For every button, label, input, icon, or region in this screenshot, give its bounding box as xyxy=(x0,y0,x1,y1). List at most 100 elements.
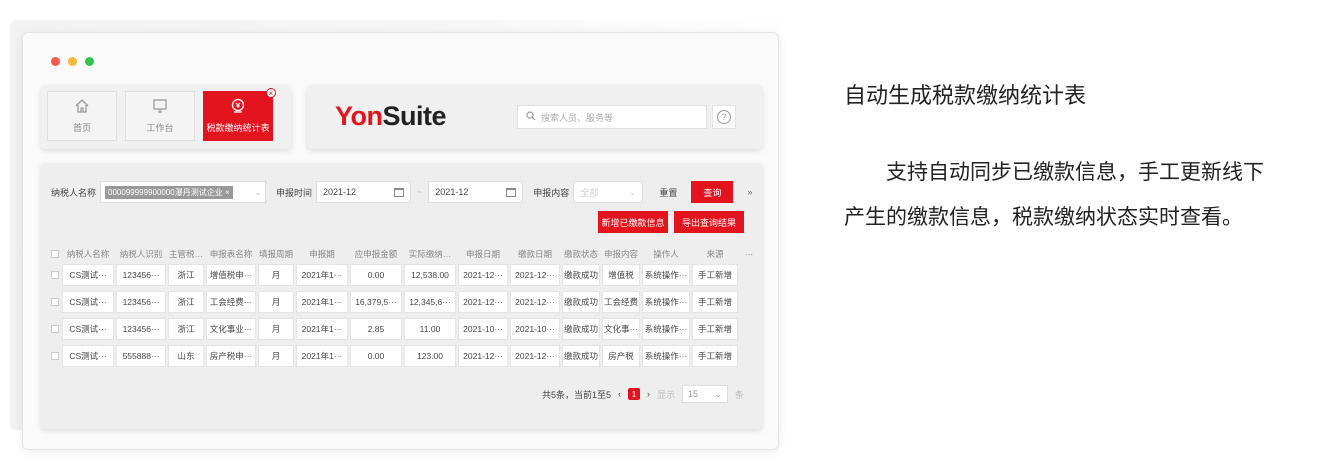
table-row[interactable]: CS测试··· 123456··· 浙江 增值税申··· 月 2021年1···… xyxy=(51,263,755,287)
col-header[interactable]: 缴款日期 xyxy=(510,248,560,260)
col-header[interactable]: 申报内容 xyxy=(602,248,640,260)
table-cell: 123.00 xyxy=(404,345,456,367)
table-cell: 手工新增 xyxy=(692,318,738,340)
logo-yon: Yon xyxy=(335,101,383,131)
table-cell: 12,538.00 xyxy=(404,264,456,286)
taxpayer-tag-text: 000099999900000瀑丹测试企业 xyxy=(108,187,223,197)
table-header: 纳税人名称 纳税人识别 主管税… 申报表名称 填报周期 申报期 应申报金额 实际… xyxy=(51,245,755,263)
tab-workbench[interactable]: 工作台 xyxy=(125,91,195,141)
row-checkbox[interactable] xyxy=(51,325,59,333)
table-cell: 123456··· xyxy=(116,264,166,286)
tab-home[interactable]: 首页 xyxy=(47,91,117,141)
search-input[interactable]: 搜索人员、服务等 xyxy=(517,105,707,129)
col-header[interactable]: 操作人 xyxy=(642,248,690,260)
col-header[interactable]: 实际缴纳… xyxy=(404,248,456,260)
table-cell: 房产税 xyxy=(602,345,640,367)
col-header[interactable]: 申报表名称 xyxy=(206,248,256,260)
table-cell: 系统操作··· xyxy=(642,264,690,286)
more-columns-icon[interactable]: ··· xyxy=(740,249,758,259)
taxpayer-select[interactable]: 000099999900000瀑丹测试企业 × ⌄ xyxy=(100,181,267,203)
table-cell: 2021-12··· xyxy=(458,264,508,286)
table-cell: 123456··· xyxy=(116,318,166,340)
table-cell: CS测试··· xyxy=(62,345,114,367)
close-window-dot[interactable] xyxy=(51,57,60,66)
table-cell: 2021年1··· xyxy=(296,291,348,313)
period-start-value: 2021-12 xyxy=(323,187,357,197)
current-page-button[interactable]: 1 xyxy=(627,388,640,400)
add-paid-info-button[interactable]: 新增已缴款信息 xyxy=(598,211,668,233)
header-bar: YonSuite 搜索人员、服务等 ? xyxy=(307,85,762,149)
minimize-window-dot[interactable] xyxy=(68,57,77,66)
page-size-label: 显示 xyxy=(656,389,675,400)
reset-button[interactable]: 重置 xyxy=(659,186,677,199)
col-header[interactable]: 缴款状态 xyxy=(562,248,600,260)
col-header[interactable]: 申报日期 xyxy=(458,248,508,260)
period-end-field[interactable]: 2021-12 xyxy=(428,181,524,203)
table-row[interactable]: CS测试··· 555888··· 山东 房产税申··· 月 2021年1···… xyxy=(51,344,755,368)
tab-bar: 首页 工作台 税款缴纳统计表 × xyxy=(41,85,291,149)
tag-close-icon[interactable]: × xyxy=(225,188,230,197)
table-cell: 12,345,6··· xyxy=(404,291,456,313)
maximize-window-dot[interactable] xyxy=(85,57,94,66)
page-size-select[interactable]: 15 ⌄ xyxy=(681,385,728,403)
query-button[interactable]: 查询 xyxy=(691,181,734,203)
content-placeholder: 全部 xyxy=(580,187,599,198)
content-select[interactable]: 全部 ⌄ xyxy=(573,181,644,203)
table-cell: 123456··· xyxy=(116,291,166,313)
col-header[interactable]: 纳税人名称 xyxy=(62,248,114,260)
period-end-value: 2021-12 xyxy=(435,187,469,197)
tab-tax-payment-report[interactable]: 税款缴纳统计表 × xyxy=(203,88,276,141)
table-cell: 2021-12··· xyxy=(458,291,508,313)
expand-filter-icon[interactable]: » xyxy=(747,187,752,197)
row-checkbox[interactable] xyxy=(51,271,59,279)
table-cell: 文化事··· xyxy=(602,318,640,340)
logo-suite: Suite xyxy=(382,101,447,131)
period-separator: ~ xyxy=(417,187,423,197)
row-checkbox[interactable] xyxy=(51,298,59,306)
pagination: 共5条，当前1至5 ‹ 1 › 显示 15 ⌄ 条 xyxy=(542,385,744,403)
table-cell: 文化事业··· xyxy=(206,318,256,340)
table-row[interactable]: CS测试··· 123456··· 浙江 文化事业··· 月 2021年1···… xyxy=(51,317,755,341)
col-header[interactable]: 申报期 xyxy=(296,248,348,260)
stage: 首页 工作台 税款缴纳统计表 × YonSuite 搜索人员、服务等 ? 纳税人… xyxy=(0,0,1328,465)
table-cell: 月 xyxy=(258,264,294,286)
table-cell: 浙江 xyxy=(168,291,204,313)
tab-home-label: 首页 xyxy=(72,123,91,133)
next-page-button[interactable]: › xyxy=(647,389,650,399)
status-cell: 缴款成功 xyxy=(562,264,600,286)
table-cell: 工会经费··· xyxy=(206,291,256,313)
col-header[interactable]: 主管税… xyxy=(168,248,204,260)
col-header[interactable]: 应申报金额 xyxy=(350,248,402,260)
help-button[interactable]: ? xyxy=(712,105,736,129)
chevron-down-icon: ⌄ xyxy=(714,388,722,399)
row-checkbox[interactable] xyxy=(51,352,59,360)
table-cell: 月 xyxy=(258,291,294,313)
close-tab-icon[interactable]: × xyxy=(266,88,276,98)
tax-table: 纳税人名称 纳税人识别 主管税… 申报表名称 填报周期 申报期 应申报金额 实际… xyxy=(51,245,755,371)
pagination-summary: 共5条，当前1至5 xyxy=(541,389,611,400)
period-start-field[interactable]: 2021-12 xyxy=(316,181,412,203)
select-all-checkbox[interactable] xyxy=(51,250,59,258)
table-cell: 2021年1··· xyxy=(296,318,348,340)
home-icon xyxy=(74,98,90,118)
table-row[interactable]: CS测试··· 123456··· 浙江 工会经费··· 月 2021年1···… xyxy=(51,290,755,314)
yonsuite-logo: YonSuite xyxy=(335,101,447,132)
chevron-down-icon: ⌄ xyxy=(628,186,637,197)
prev-page-button[interactable]: ‹ xyxy=(618,389,621,399)
export-results-button[interactable]: 导出查询结果 xyxy=(674,211,744,233)
table-cell: CS测试··· xyxy=(62,264,114,286)
table-cell: 浙江 xyxy=(168,264,204,286)
status-cell: 缴款成功 xyxy=(562,318,600,340)
table-cell: 0.00 xyxy=(350,264,402,286)
table-cell: 浙江 xyxy=(168,318,204,340)
table-cell: 2021-10··· xyxy=(458,318,508,340)
table-cell: 2021-12··· xyxy=(510,345,560,367)
table-cell: 11.00 xyxy=(404,318,456,340)
col-header[interactable]: 来源 xyxy=(692,248,738,260)
table-cell: 房产税申··· xyxy=(206,345,256,367)
search-placeholder: 搜索人员、服务等 xyxy=(541,112,614,123)
help-icon: ? xyxy=(717,110,731,124)
col-header[interactable]: 填报周期 xyxy=(258,248,294,260)
col-header[interactable]: 纳税人识别 xyxy=(116,248,166,260)
report-panel: 纳税人名称 000099999900000瀑丹测试企业 × ⌄ 申报时间 202… xyxy=(41,163,762,429)
